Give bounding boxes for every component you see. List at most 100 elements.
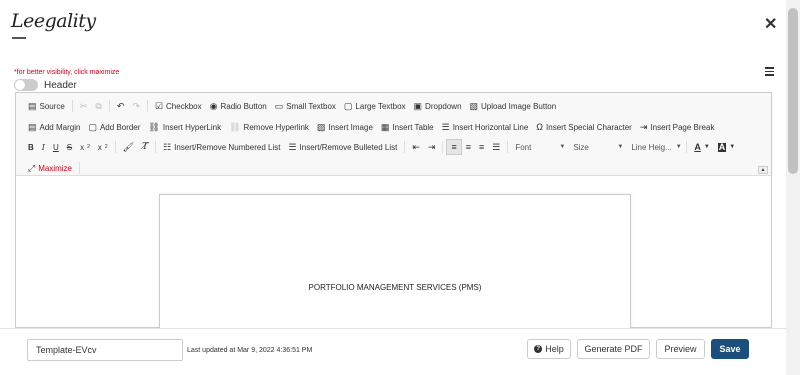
insert-page-break-button[interactable]: ⇥ Insert Page Break	[636, 119, 719, 135]
align-right-button[interactable]: ≡	[475, 139, 488, 155]
insert-special-character-label: Insert Special Character	[546, 122, 632, 132]
align-right-icon: ≡	[478, 141, 485, 152]
numbered-list-label: Insert/Remove Numbered List	[174, 142, 281, 152]
omega-icon: Ω	[536, 121, 544, 132]
save-button[interactable]: Save	[711, 339, 749, 359]
dropdown-icon: ▣	[413, 100, 423, 111]
undo-icon: ↶	[116, 100, 125, 111]
background-color-button[interactable]: A ▼	[714, 139, 739, 155]
chevron-down-icon: ▼	[617, 144, 624, 150]
radio-button-button[interactable]: ◉ Radio Button	[206, 98, 271, 114]
upload-image-button[interactable]: ▧ Upload Image Button	[466, 98, 561, 114]
add-border-icon: ▢	[88, 121, 97, 132]
line-height-select[interactable]: Line Heig... ▼	[627, 140, 683, 154]
page-break-icon: ⇥	[639, 121, 648, 132]
maximize-icon: ⤢	[28, 162, 36, 173]
insert-horizontal-line-button[interactable]: ☰ Insert Horizontal Line	[438, 119, 533, 135]
template-name-input[interactable]	[27, 339, 183, 361]
small-textbox-icon: ▭	[274, 100, 284, 111]
toolbar-separator	[78, 162, 80, 174]
toolbar-row-2: ▤ Add Margin ▢ Add Border ⛓ Insert Hyper…	[24, 119, 718, 135]
rich-text-editor: ▤ Source ✂ ⧉ ↶ ↷ ☑ Checkbox ◉ Radio Butt…	[15, 92, 772, 334]
font-select[interactable]: Font ▼	[511, 140, 569, 154]
header-toggle-row: Header	[14, 79, 77, 91]
checkbox-icon: ☑	[154, 100, 164, 111]
italic-button[interactable]: I	[38, 139, 49, 155]
document-page[interactable]: PORTFOLIO MANAGEMENT SERVICES (PMS)	[159, 194, 631, 334]
remove-hyperlink-button[interactable]: ⛓ Remove Hyperlink	[225, 119, 313, 135]
toolbar-separator	[114, 141, 116, 153]
checkbox-button[interactable]: ☑ Checkbox	[151, 98, 206, 114]
insert-table-button[interactable]: ▦ Insert Table	[377, 119, 438, 135]
hamburger-menu-icon[interactable]	[765, 67, 774, 78]
scrollbar-thumb[interactable]	[788, 8, 798, 174]
decrease-indent-button[interactable]: ⇤	[408, 139, 424, 155]
bold-button[interactable]: B	[24, 139, 38, 155]
add-margin-icon: ▤	[28, 121, 37, 132]
editor-toolbar: ▤ Source ✂ ⧉ ↶ ↷ ☑ Checkbox ◉ Radio Butt…	[16, 93, 771, 176]
increase-indent-button[interactable]: ⇥	[424, 139, 440, 155]
insert-image-label: Insert Image	[328, 122, 373, 132]
chevron-down-icon: ▼	[703, 144, 710, 150]
underline-button[interactable]: U	[49, 139, 63, 155]
cut-button[interactable]: ✂	[76, 98, 92, 114]
clear-format-button[interactable]: T̸	[138, 139, 152, 155]
leegality-logo: Leegality	[9, 8, 96, 42]
large-textbox-button[interactable]: ▢ Large Textbox	[340, 98, 410, 114]
superscript-button[interactable]: x2	[94, 139, 112, 155]
source-icon: ▤	[28, 100, 37, 111]
align-center-button[interactable]: ≡	[462, 139, 475, 155]
indent-icon: ⇥	[427, 141, 436, 152]
align-justify-button[interactable]: ☰	[488, 139, 504, 155]
help-button[interactable]: ? Help	[527, 339, 571, 359]
toolbar-separator	[71, 100, 73, 112]
toolbar-separator	[155, 141, 157, 153]
toolbar-separator	[108, 100, 110, 112]
bulleted-list-button[interactable]: ☰ Insert/Remove Bulleted List	[284, 139, 401, 155]
strikethrough-button[interactable]: S	[63, 139, 76, 155]
close-icon[interactable]: ✕	[764, 14, 777, 34]
header-toggle-label: Header	[44, 79, 77, 91]
collapse-toolbar-icon[interactable]: ▲	[758, 166, 768, 174]
copy-button[interactable]: ⧉	[91, 98, 105, 114]
source-button[interactable]: ▤ Source	[24, 98, 69, 114]
template-editor-page: Leegality ✕ *for better visibility, clic…	[0, 0, 800, 375]
table-icon: ▦	[380, 121, 390, 132]
question-circle-icon: ?	[534, 345, 543, 353]
small-textbox-button[interactable]: ▭ Small Textbox	[271, 98, 340, 114]
text-color-button[interactable]: A ▼	[690, 139, 713, 155]
insert-hyperlink-label: Insert HyperLink	[162, 122, 222, 132]
insert-special-character-button[interactable]: Ω Insert Special Character	[532, 119, 636, 135]
line-height-select-label: Line Heig...	[631, 142, 672, 152]
editor-canvas[interactable]: PORTFOLIO MANAGEMENT SERVICES (PMS)	[16, 177, 771, 334]
insert-image-button[interactable]: ▨ Insert Image	[313, 119, 377, 135]
radio-button-label: Radio Button	[220, 101, 267, 111]
align-left-button[interactable]: ≡	[446, 139, 462, 155]
add-border-button[interactable]: ▢ Add Border	[84, 119, 144, 135]
insert-horizontal-line-label: Insert Horizontal Line	[452, 122, 529, 132]
insert-hyperlink-button[interactable]: ⛓ Insert HyperLink	[144, 119, 225, 135]
numbered-list-button[interactable]: ☷ Insert/Remove Numbered List	[159, 139, 284, 155]
link-icon: ⛓	[148, 121, 160, 132]
generate-pdf-button[interactable]: Generate PDF	[577, 339, 650, 359]
font-select-label: Font	[515, 142, 532, 152]
subscript-button[interactable]: x2	[76, 139, 94, 155]
insert-page-break-label: Insert Page Break	[650, 122, 715, 132]
last-updated-text: Last updated at Mar 9, 2022 4:36:51 PM	[187, 347, 313, 354]
dropdown-button[interactable]: ▣ Dropdown	[410, 98, 466, 114]
add-margin-button[interactable]: ▤ Add Margin	[24, 119, 84, 135]
help-label: Help	[545, 344, 564, 354]
text-color-icon: A	[694, 141, 701, 152]
header-toggle[interactable]	[14, 79, 38, 91]
add-margin-label: Add Margin	[39, 122, 81, 132]
large-textbox-icon: ▢	[343, 100, 353, 111]
maximize-button[interactable]: ⤢ Maximize	[24, 160, 76, 176]
preview-button[interactable]: Preview	[656, 339, 705, 359]
size-select[interactable]: Size ▼	[569, 140, 627, 154]
undo-button[interactable]: ↶	[113, 98, 129, 114]
small-textbox-label: Small Textbox	[286, 101, 336, 111]
redo-button[interactable]: ↷	[128, 98, 144, 114]
upload-image-label: Upload Image Button	[481, 101, 557, 111]
copy-format-button[interactable]: 🖌	[119, 139, 138, 155]
outdent-icon: ⇤	[412, 141, 420, 152]
